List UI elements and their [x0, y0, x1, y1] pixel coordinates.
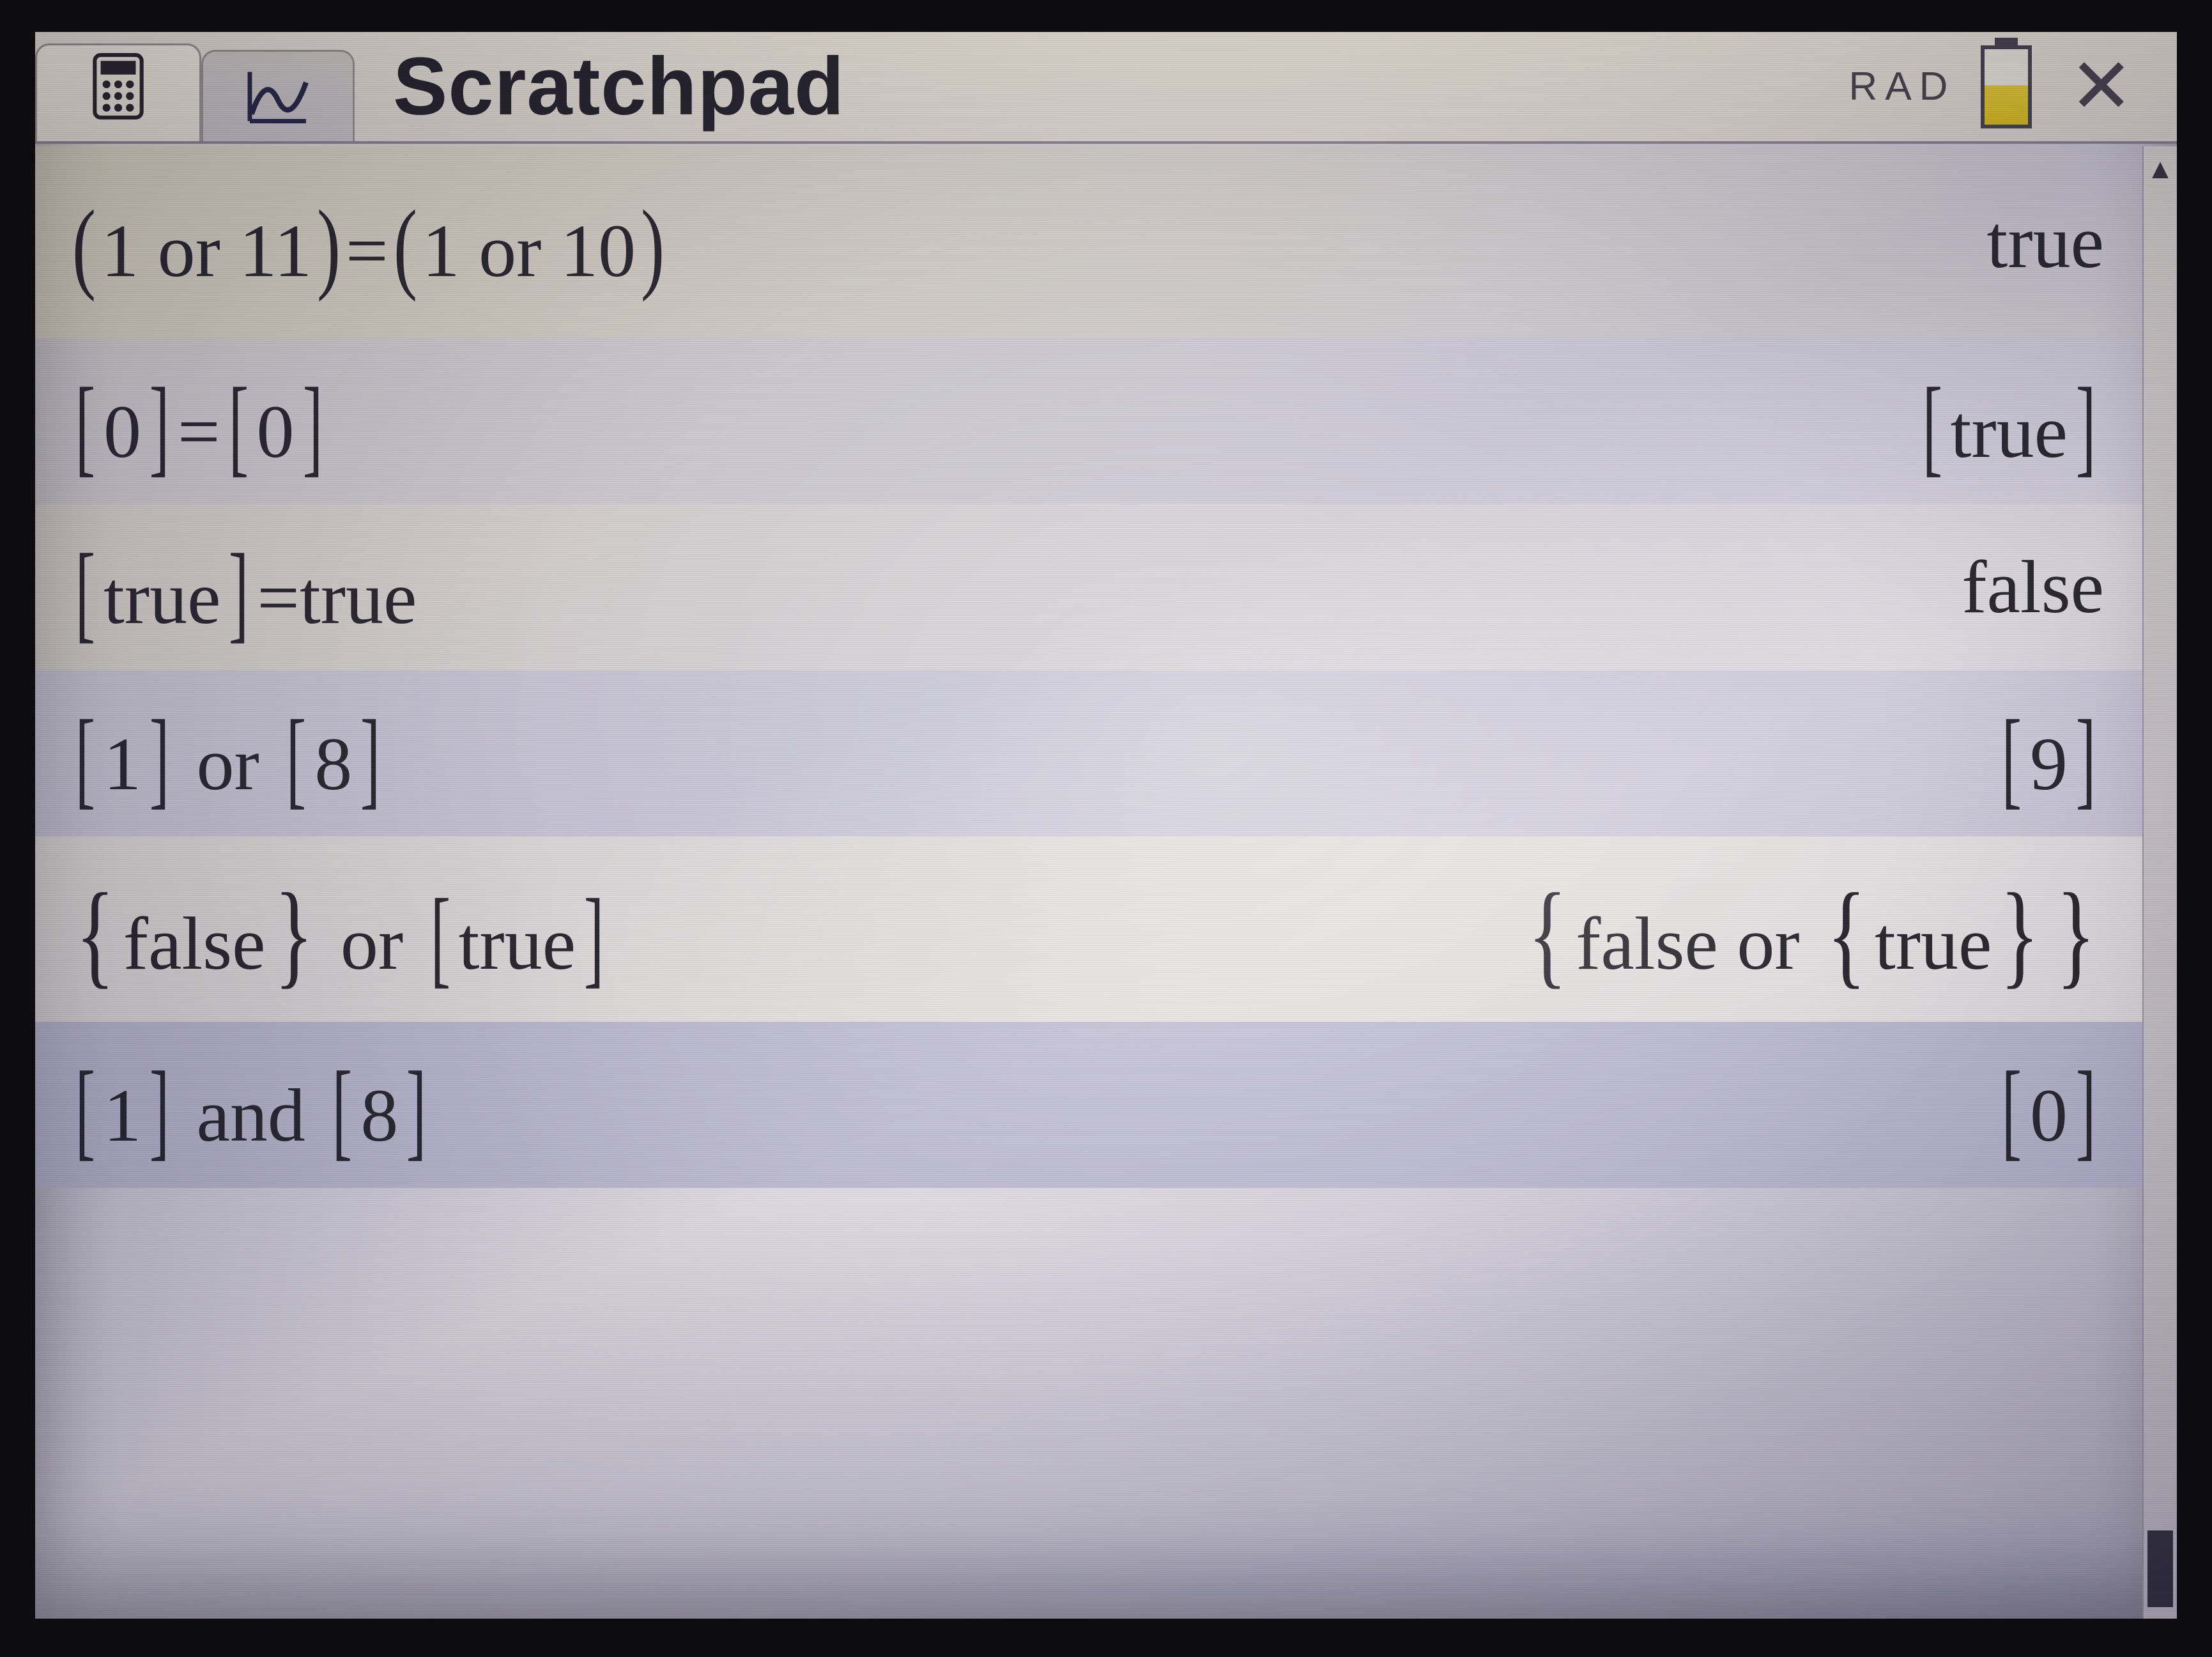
tab-calculator[interactable] — [35, 43, 201, 141]
page-title: Scratchpad — [355, 32, 1849, 141]
history-input: [0]=[0] — [67, 358, 331, 484]
history-input: [1] or [8] — [67, 691, 388, 816]
history-row[interactable]: {false} or [true] {false or {true}} — [35, 836, 2142, 1022]
history-output: [true] — [1914, 358, 2104, 484]
device-bezel: Scratchpad RAD ✕ (1 or 11)=(1 or 10) tru… — [0, 0, 2212, 1657]
history-panel: (1 or 11)=(1 or 10) true [0]=[0] [true] … — [35, 146, 2142, 1619]
battery-icon — [1981, 45, 2032, 128]
history-row[interactable]: (1 or 11)=(1 or 10) true — [35, 146, 2142, 338]
history-input: [1] and [8] — [67, 1042, 434, 1168]
toolbar: Scratchpad RAD ✕ — [35, 32, 2177, 144]
calculator-icon — [89, 51, 148, 135]
close-icon[interactable]: ✕ — [2057, 42, 2145, 131]
angle-mode-indicator[interactable]: RAD — [1849, 64, 1956, 109]
scroll-up-icon[interactable]: ▲ — [2144, 153, 2177, 185]
graph-icon — [243, 65, 313, 128]
history-output: {false or {true}} — [1519, 862, 2104, 997]
history-row[interactable]: [true]=true false — [35, 504, 2142, 670]
history-output: true — [1987, 199, 2104, 286]
history-output: [9] — [1993, 691, 2104, 816]
history-output: false — [1962, 544, 2104, 631]
history-row[interactable]: [0]=[0] [true] — [35, 338, 2142, 504]
history-input: (1 or 11)=(1 or 10) — [67, 184, 670, 301]
history-input: [true]=true — [67, 525, 417, 650]
screen: Scratchpad RAD ✕ (1 or 11)=(1 or 10) tru… — [35, 32, 2177, 1619]
history-row[interactable]: [1] or [8] [9] — [35, 670, 2142, 836]
tab-graph[interactable] — [201, 50, 355, 141]
history-input: {false} or [true] — [67, 862, 612, 997]
scrollbar[interactable]: ▲ — [2142, 146, 2177, 1619]
status-area: RAD ✕ — [1849, 32, 2158, 141]
history-output: [0] — [1993, 1042, 2104, 1168]
scroll-thumb[interactable] — [2147, 1530, 2173, 1607]
history-row[interactable]: [1] and [8] [0] — [35, 1022, 2142, 1188]
